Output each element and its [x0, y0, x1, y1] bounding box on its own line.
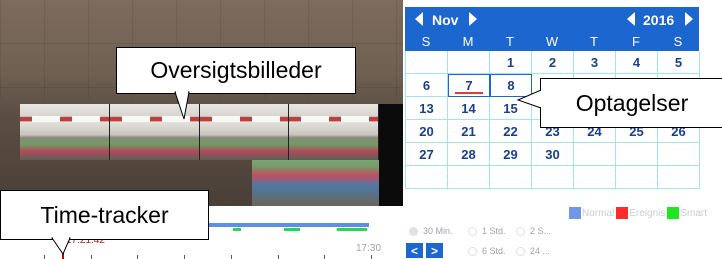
range-2h[interactable]: 2 S...	[516, 226, 551, 236]
callout-time-tracker-pointer	[51, 237, 71, 256]
prev-range-button[interactable]: <	[406, 243, 423, 258]
radio-2h[interactable]	[516, 226, 525, 236]
next-range-button[interactable]: >	[426, 243, 443, 258]
range-6h-label: 6 Std.	[482, 246, 506, 256]
range-24h[interactable]: 24 ...	[516, 246, 550, 256]
radio-24h[interactable]	[516, 246, 525, 256]
radio-1h[interactable]	[468, 226, 477, 236]
range-30min[interactable]: 30 Min.	[409, 226, 453, 236]
range-1h-label: 1 Std.	[482, 226, 506, 236]
range-24h-label: 24 ...	[530, 246, 551, 256]
range-1h[interactable]: 1 Std.	[468, 226, 506, 236]
range-30min-label: 30 Min.	[423, 226, 453, 236]
radio-30min[interactable]	[409, 226, 418, 236]
radio-6h[interactable]	[468, 246, 477, 256]
range-6h[interactable]: 6 Std.	[468, 246, 506, 256]
range-2h-label: 2 S...	[530, 226, 552, 236]
